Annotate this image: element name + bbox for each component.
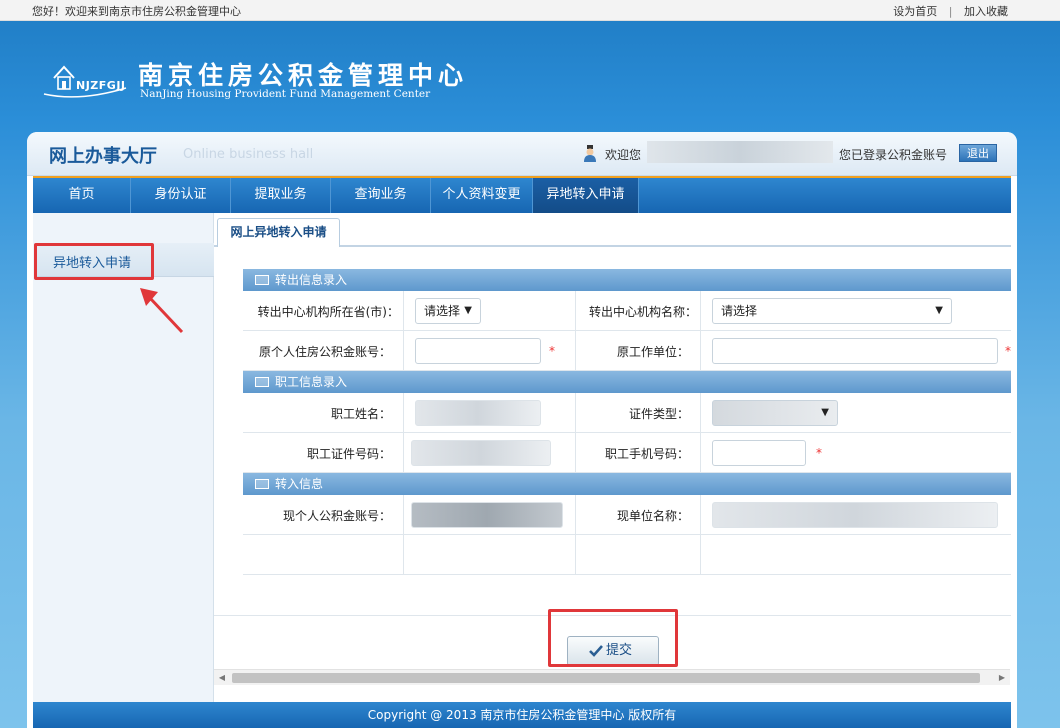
chevron-down-icon: ▼ [935, 305, 943, 316]
orig-account-label: 原个人住房公积金账号： [258, 345, 391, 359]
greeting-text: 欢迎您 [605, 148, 642, 162]
section-header-employee: 职工信息录入 [243, 371, 1011, 393]
horizontal-scrollbar[interactable]: ◀ ▶ [214, 669, 1010, 685]
nav-item-profile-change[interactable]: 个人资料变更 [431, 178, 533, 213]
cell-divider [403, 291, 404, 331]
scroll-left-icon[interactable]: ◀ [216, 672, 228, 684]
sidebar: 异地转入申请 [33, 213, 215, 703]
site-subtitle: NanJing Housing Provident Fund Managemen… [140, 88, 431, 100]
set-home-link[interactable]: 设为首页 [893, 5, 937, 18]
user-icon [584, 145, 596, 162]
link-separator: | [948, 5, 953, 18]
masked-username [647, 141, 833, 163]
masked-current-account [411, 502, 563, 528]
cell-divider [575, 535, 576, 575]
table-icon [255, 275, 269, 285]
table-icon [255, 377, 269, 387]
cell-divider [403, 433, 404, 473]
hall-title: 网上办事大厅 [49, 146, 157, 167]
required-mark: * [1005, 344, 1011, 358]
phone-label: 职工手机号码： [604, 447, 689, 461]
orig-employer-input[interactable] [712, 338, 998, 364]
cell-divider [403, 331, 404, 371]
panel-header: 网上办事大厅 Online business hall 欢迎您 您已登录公积金账… [27, 132, 1017, 176]
highlight-box-sidebar [34, 243, 154, 280]
cell-divider [575, 433, 576, 473]
select-value: 请选择 [721, 304, 758, 318]
site-title: 南京住房公积金管理中心 [138, 61, 469, 90]
section-title: 职工信息录入 [275, 375, 348, 389]
phone-input[interactable] [712, 440, 806, 466]
id-type-select[interactable]: ▼ [712, 400, 838, 426]
form-row-empty [243, 535, 1011, 575]
nav-item-transfer-in[interactable]: 异地转入申请 [533, 178, 639, 213]
orig-account-input[interactable] [415, 338, 541, 364]
highlight-box-submit [548, 609, 678, 667]
form-row: 现个人公积金账号： 现单位名称： [243, 495, 1011, 535]
cell-divider [403, 535, 404, 575]
out-province-label: 转出中心机构所在省(市)： [257, 305, 399, 319]
out-center-select[interactable]: 请选择 ▼ [712, 298, 952, 324]
hall-subtitle: Online business hall [183, 147, 314, 162]
cell-divider [700, 291, 701, 331]
section-header-out: 转出信息录入 [243, 269, 1011, 291]
login-note: 您已登录公积金账号 [839, 148, 948, 162]
cell-divider [403, 393, 404, 433]
id-type-label: 证件类型： [628, 407, 689, 421]
form-row: 原个人住房公积金账号： * 原工作单位： * [243, 331, 1011, 371]
cell-divider [700, 331, 701, 371]
cell-divider [700, 535, 701, 575]
scroll-thumb[interactable] [232, 673, 980, 683]
out-province-select[interactable]: 请选择 ▼ [415, 298, 481, 324]
masked-name-field [415, 400, 541, 426]
nav-item-home[interactable]: 首页 [33, 178, 131, 213]
tab-transfer-application[interactable]: 网上异地转入申请 [217, 218, 340, 247]
select-value: 请选择 [424, 304, 461, 318]
form-row: 转出中心机构所在省(市)： 请选择 ▼ 转出中心机构名称： 请选择 ▼ [243, 291, 1011, 331]
top-links: 设为首页 | 加入收藏 [893, 3, 1008, 19]
cell-divider [575, 495, 576, 535]
table-icon [255, 479, 269, 489]
required-mark: * [549, 344, 555, 358]
cell-divider [403, 495, 404, 535]
section-title: 转入信息 [275, 477, 324, 491]
out-center-label: 转出中心机构名称： [588, 305, 697, 319]
main-panel: 网上办事大厅 Online business hall 欢迎您 您已登录公积金账… [27, 132, 1017, 728]
section-header-in: 转入信息 [243, 473, 1011, 495]
form-row: 职工姓名： 证件类型： ▼ [243, 393, 1011, 433]
cell-divider [700, 495, 701, 535]
name-label: 职工姓名： [330, 407, 391, 421]
cell-divider [575, 393, 576, 433]
cell-divider [700, 393, 701, 433]
top-bar: 您好！欢迎来到南京市住房公积金管理中心 设为首页 | 加入收藏 [0, 0, 1060, 21]
current-account-label: 现个人公积金账号： [282, 509, 391, 523]
masked-current-employer [712, 502, 998, 528]
chevron-down-icon: ▼ [464, 305, 472, 316]
orig-employer-label: 原工作单位： [616, 345, 689, 359]
scroll-right-icon[interactable]: ▶ [996, 672, 1008, 684]
cell-divider [575, 331, 576, 371]
arrow-icon [140, 288, 184, 334]
footer: Copyright @ 2013 南京市住房公积金管理中心 版权所有 [33, 702, 1011, 728]
add-favorite-link[interactable]: 加入收藏 [964, 5, 1008, 18]
required-mark: * [816, 446, 822, 460]
current-employer-label: 现单位名称： [616, 509, 689, 523]
chevron-down-icon: ▼ [821, 407, 829, 418]
section-title: 转出信息录入 [275, 273, 348, 287]
welcome-text: 您好！欢迎来到南京市住房公积金管理中心 [32, 5, 241, 18]
id-number-label: 职工证件号码： [306, 447, 391, 461]
cell-divider [700, 433, 701, 473]
nav-item-identity[interactable]: 身份认证 [131, 178, 231, 213]
logout-button[interactable]: 退出 [959, 144, 997, 162]
masked-id-number [411, 440, 551, 466]
logo-abbreviation: NJZFGJJ [76, 79, 126, 92]
nav-item-query[interactable]: 查询业务 [331, 178, 431, 213]
form-row: 职工证件号码： 职工手机号码： * [243, 433, 1011, 473]
nav-item-withdraw[interactable]: 提取业务 [231, 178, 331, 213]
cell-divider [575, 291, 576, 331]
main-nav: 首页 身份认证 提取业务 查询业务 个人资料变更 异地转入申请 [33, 176, 1011, 213]
